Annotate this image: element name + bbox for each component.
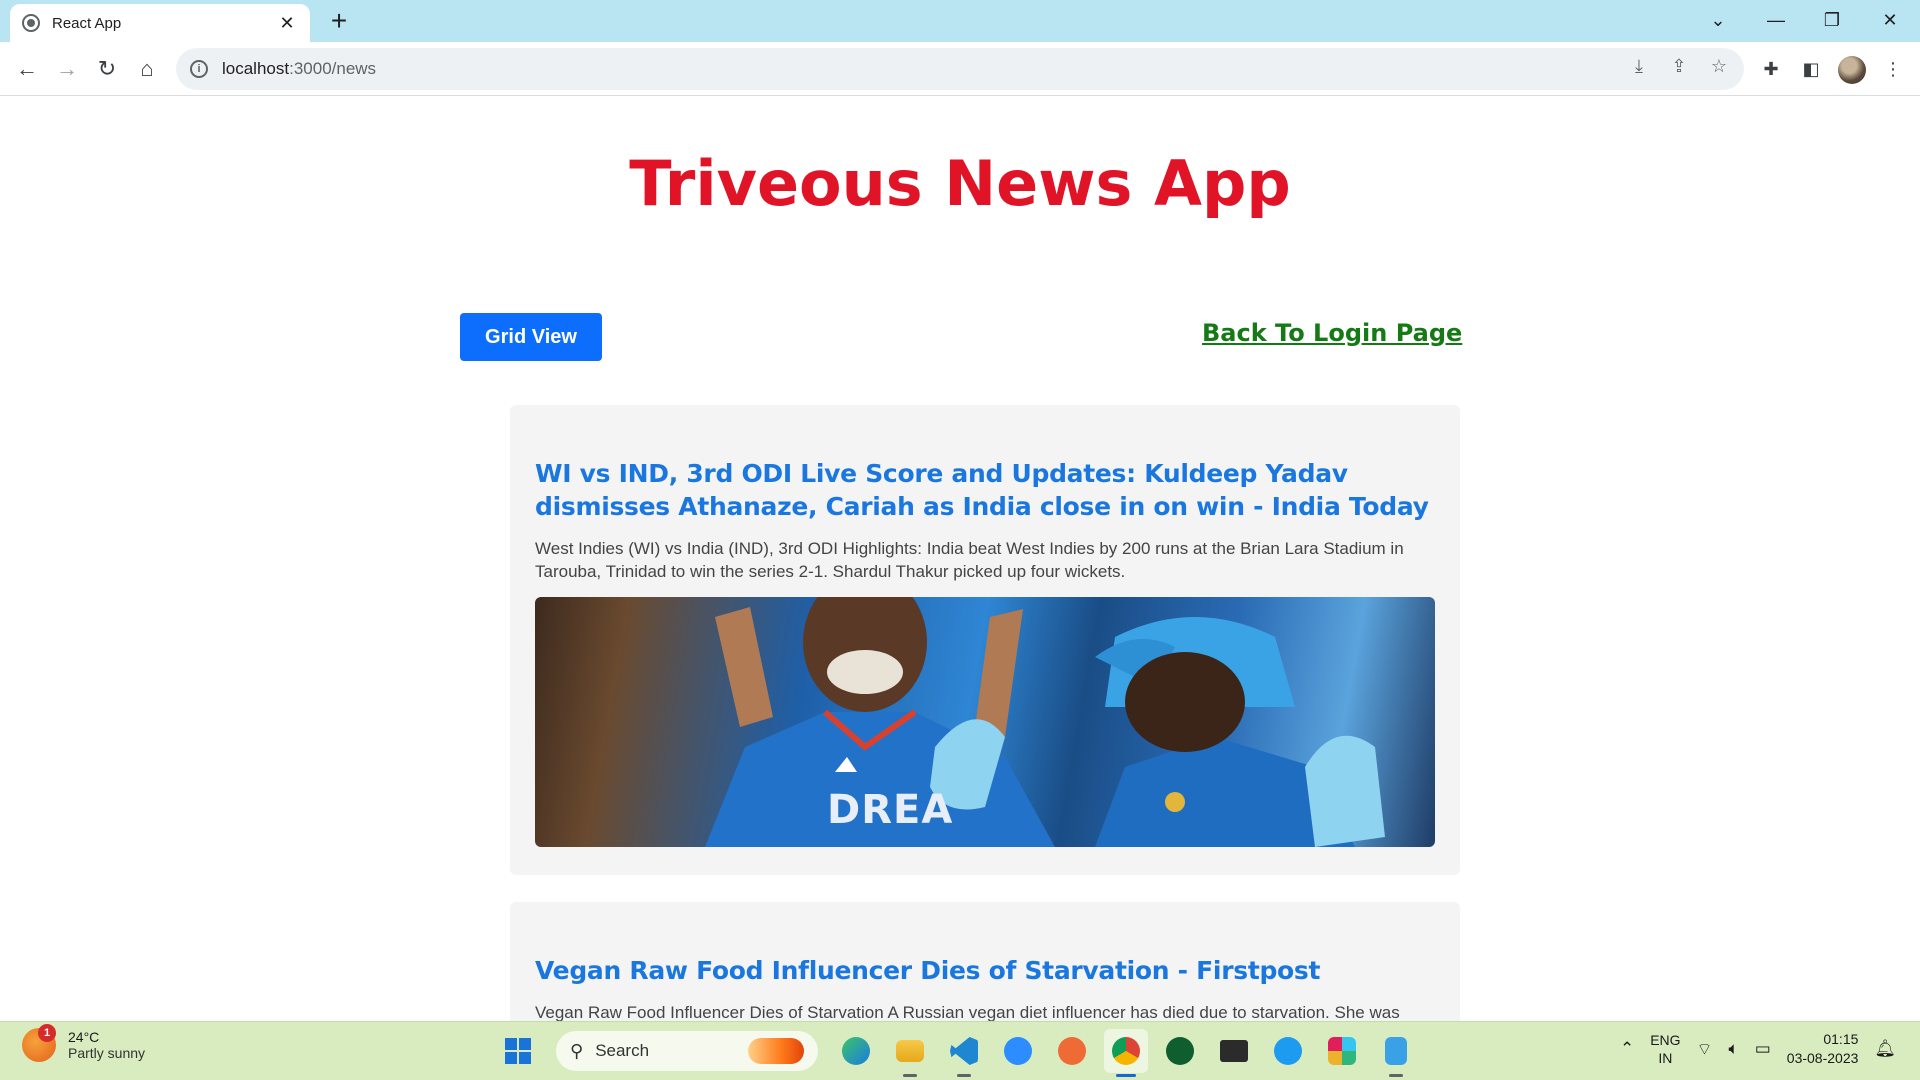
install-app-icon[interactable]: ⤓: [1628, 56, 1650, 77]
restore-button[interactable]: ❐: [1804, 0, 1860, 40]
profile-avatar[interactable]: [1838, 56, 1866, 84]
close-window-button[interactable]: ✕: [1862, 0, 1918, 40]
battery-icon[interactable]: ▭: [1755, 1039, 1771, 1059]
tab-close-icon[interactable]: ✕: [276, 13, 298, 34]
home-icon[interactable]: ⌂: [130, 52, 164, 86]
weather-widget[interactable]: 1 24°C Partly sunny: [22, 1024, 146, 1062]
news-card: WI vs IND, 3rd ODI Live Score and Update…: [510, 405, 1460, 875]
back-to-login-link[interactable]: Back To Login Page: [1202, 319, 1462, 347]
browser-toolbar: ← → ↻ ⌂ i localhost:3000/news ⤓ ⇪ ☆ ✚ ◧ …: [0, 42, 1920, 96]
site-info-icon[interactable]: i: [190, 60, 208, 78]
new-tab-button[interactable]: +: [324, 6, 354, 36]
search-icon: ⚲: [570, 1040, 584, 1061]
article-description: West Indies (WI) vs India (IND), 3rd ODI…: [535, 539, 1404, 581]
forward-arrow-icon[interactable]: →: [50, 52, 84, 86]
file-explorer-icon[interactable]: [888, 1029, 932, 1077]
notification-bell-icon[interactable]: 🔔︎: [1874, 1039, 1896, 1059]
show-hidden-icons-chevron-icon[interactable]: ⌃: [1620, 1039, 1634, 1059]
share-icon[interactable]: ⇪: [1668, 56, 1690, 77]
slack-icon[interactable]: [1320, 1029, 1364, 1073]
address-bar[interactable]: i localhost:3000/news ⤓ ⇪ ☆: [176, 48, 1744, 90]
chrome-icon[interactable]: [1104, 1029, 1148, 1077]
vscode-icon[interactable]: [942, 1029, 986, 1077]
tab-title: React App: [52, 14, 122, 32]
weather-temperature: 24°C: [68, 1029, 100, 1045]
search-highlight-icon: [748, 1038, 804, 1064]
tab-search-chevron-icon[interactable]: ⌄: [1690, 0, 1746, 40]
back-arrow-icon[interactable]: ←: [10, 52, 44, 86]
taskbar-apps: ⚲ Search: [496, 1029, 1418, 1077]
minimize-button[interactable]: —: [1748, 0, 1804, 40]
system-tray: ⌃ ENG IN ⌔ 🔈︎ ▭ 01:15 03-08-2023 🔔︎: [1620, 1030, 1896, 1068]
windows-start-icon[interactable]: [496, 1029, 540, 1073]
mongodb-icon[interactable]: [1158, 1029, 1202, 1073]
article-image: DREA: [535, 597, 1435, 847]
search-label: Search: [595, 1041, 650, 1060]
menu-kebab-icon[interactable]: ⋮: [1876, 52, 1910, 86]
clock-time: 01:15: [1823, 1031, 1859, 1047]
globe-icon: [22, 14, 40, 32]
jersey-sponsor-text: DREA: [827, 787, 954, 833]
zoom-icon[interactable]: [996, 1029, 1040, 1073]
taskbar: 1 24°C Partly sunny ⚲ Search ⌃ ENG IN ⌔ …: [0, 1021, 1920, 1080]
clock-date: 03-08-2023: [1786, 1050, 1859, 1066]
article-description: Vegan Raw Food Influencer Dies of Starva…: [535, 1003, 1400, 1021]
clock[interactable]: 01:15 03-08-2023: [1787, 1030, 1859, 1068]
volume-icon[interactable]: 🔈︎: [1729, 1039, 1739, 1059]
article-title[interactable]: WI vs IND, 3rd ODI Live Score and Update…: [535, 457, 1435, 523]
page-title: Triveous News App: [629, 147, 1291, 220]
article-title[interactable]: Vegan Raw Food Influencer Dies of Starva…: [535, 954, 1435, 987]
browser-tabstrip: React App ✕ + ⌄ — ❐ ✕: [0, 0, 1920, 42]
extensions-puzzle-icon[interactable]: ✚: [1754, 52, 1788, 86]
side-panel-icon[interactable]: ◧: [1794, 52, 1828, 86]
wifi-icon[interactable]: ⌔: [1697, 1039, 1713, 1060]
url-text: localhost:3000/news: [222, 59, 377, 78]
postman-icon[interactable]: [1050, 1029, 1094, 1073]
news-card: Vegan Raw Food Influencer Dies of Starva…: [510, 902, 1460, 1021]
reload-icon[interactable]: ↻: [90, 52, 124, 86]
twitter-icon[interactable]: [1266, 1029, 1310, 1073]
notepad-icon[interactable]: [1374, 1029, 1418, 1077]
taskbar-search[interactable]: ⚲ Search: [556, 1031, 818, 1071]
weather-sun-icon: 1: [22, 1024, 56, 1062]
browser-tab[interactable]: React App ✕: [10, 4, 310, 42]
bookmark-star-icon[interactable]: ☆: [1708, 56, 1730, 77]
notification-badge: 1: [38, 1024, 56, 1042]
grid-view-button[interactable]: Grid View: [460, 313, 602, 361]
language-indicator[interactable]: ENG IN: [1650, 1031, 1680, 1067]
weather-description: Partly sunny: [68, 1045, 146, 1061]
news-page: Triveous News App Grid View Back To Logi…: [0, 97, 1920, 1021]
edge-preview-icon[interactable]: [834, 1029, 878, 1073]
cricket-players-illustration: [705, 597, 1385, 847]
terminal-icon[interactable]: [1212, 1029, 1256, 1073]
